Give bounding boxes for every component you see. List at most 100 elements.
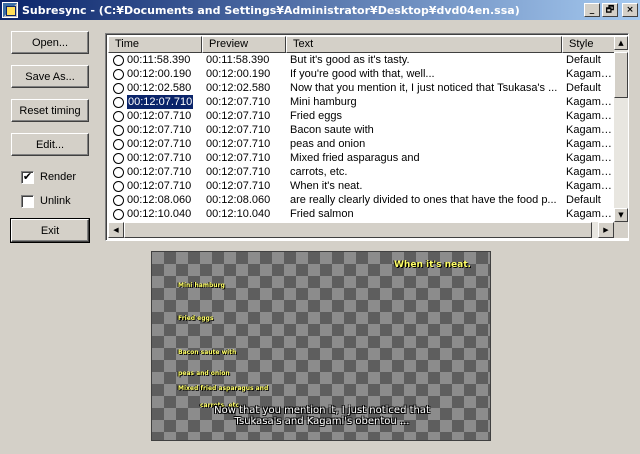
time-value: 00:12:07.710 xyxy=(127,180,192,192)
style-cell: KagamiT... xyxy=(566,208,614,220)
table-row[interactable]: 00:12:07.710 00:12:07.710 When it's neat… xyxy=(108,179,614,193)
scroll-left-icon[interactable]: ◀ xyxy=(108,222,124,238)
time-cell[interactable]: 00:12:07.710 xyxy=(108,151,202,165)
time-value: 00:12:07.710 xyxy=(127,124,192,136)
preview-cell: 00:12:07.710 xyxy=(206,110,271,122)
vertical-scroll-thumb[interactable] xyxy=(614,52,628,98)
exit-button[interactable]: Exit xyxy=(10,218,90,243)
style-cell: KagamiT... xyxy=(566,166,614,178)
render-checkbox-box[interactable]: ✔ xyxy=(21,170,34,184)
preview-side-line: Fried eggs xyxy=(178,315,214,322)
column-header-text[interactable]: Text xyxy=(286,36,562,53)
radio-icon[interactable] xyxy=(113,208,124,220)
horizontal-scroll-thumb[interactable] xyxy=(124,222,592,238)
preview-side-line: Mixed fried asparagus and xyxy=(178,385,269,392)
text-cell: When it's neat. xyxy=(290,180,363,192)
time-value: 00:12:07.710 xyxy=(127,138,192,150)
radio-icon[interactable] xyxy=(113,138,124,150)
preview-cell: 00:12:07.710 xyxy=(206,180,271,192)
table-row[interactable]: 00:12:07.710 00:12:07.710 peas and onion… xyxy=(108,137,614,151)
table-row-selected[interactable]: 00:12:07.710 00:12:07.710 Mini hamburg K… xyxy=(108,95,614,109)
time-cell[interactable]: 00:12:10.040 xyxy=(108,207,202,221)
unlink-checkbox-box[interactable] xyxy=(21,194,34,208)
style-cell: Default xyxy=(566,54,601,66)
column-header-preview[interactable]: Preview xyxy=(202,36,286,53)
preview-cell: 00:12:07.710 xyxy=(206,96,271,108)
text-cell: Now that you mention it, I just noticed … xyxy=(290,82,558,94)
radio-icon[interactable] xyxy=(113,82,124,94)
subresync-window: Subresync - (C:¥Documents and Settings¥A… xyxy=(0,0,640,454)
text-cell: carrots, etc. xyxy=(290,166,348,178)
scroll-down-icon[interactable]: ▼ xyxy=(614,208,628,222)
title-bar[interactable]: Subresync - (C:¥Documents and Settings¥A… xyxy=(0,0,640,20)
time-cell[interactable]: 00:12:07.710 xyxy=(108,123,202,137)
save-as-button[interactable]: Save As... xyxy=(11,65,89,88)
style-cell: KagamiT... xyxy=(566,152,614,164)
time-cell[interactable]: 00:12:02.580 xyxy=(108,81,202,95)
time-value: 00:12:07.710 xyxy=(127,166,192,178)
time-cell[interactable]: 00:11:58.390 xyxy=(108,53,202,67)
list-header: Time Preview Text Style xyxy=(108,36,626,53)
preview-cell: 00:12:02.580 xyxy=(206,82,271,94)
time-cell[interactable]: 00:12:07.710 xyxy=(108,179,202,193)
table-row[interactable]: 00:12:07.710 00:12:07.710 Fried eggs Kag… xyxy=(108,109,614,123)
app-icon[interactable] xyxy=(2,2,18,18)
time-value: 00:12:02.580 xyxy=(127,82,192,94)
subtitle-list[interactable]: Time Preview Text Style 00:11:58.390 00:… xyxy=(105,33,629,241)
unlink-checkbox[interactable]: Unlink xyxy=(21,194,71,208)
table-row[interactable]: 00:12:02.580 00:12:02.580 Now that you m… xyxy=(108,81,614,95)
minimize-button[interactable]: _ xyxy=(584,3,600,17)
column-header-time[interactable]: Time xyxy=(108,36,202,53)
radio-icon[interactable] xyxy=(113,180,124,192)
radio-icon[interactable] xyxy=(113,54,124,66)
radio-icon[interactable] xyxy=(113,96,124,108)
table-row[interactable]: 00:12:10.040 00:12:10.040 Fried salmon K… xyxy=(108,207,614,221)
time-cell[interactable]: 00:12:08.060 xyxy=(108,193,202,207)
time-cell[interactable]: 00:12:07.710 xyxy=(108,137,202,151)
text-cell: are really clearly divided to ones that … xyxy=(290,194,557,206)
radio-icon[interactable] xyxy=(113,194,124,206)
restore-button[interactable]: 🗗 xyxy=(602,3,618,17)
time-cell[interactable]: 00:12:00.190 xyxy=(108,67,202,81)
radio-icon[interactable] xyxy=(113,110,124,122)
table-row[interactable]: 00:12:08.060 00:12:08.060 are really cle… xyxy=(108,193,614,207)
table-row[interactable]: 00:12:00.190 00:12:00.190 If you're good… xyxy=(108,67,614,81)
time-value: 00:12:08.060 xyxy=(127,194,192,206)
subtitle-preview: When it's neat. Mini hamburg Fried eggs … xyxy=(151,251,491,441)
table-row[interactable]: 00:12:07.710 00:12:07.710 Bacon saute wi… xyxy=(108,123,614,137)
preview-side-line: peas and onion xyxy=(178,370,230,377)
scroll-up-icon[interactable]: ▲ xyxy=(614,36,628,50)
table-row[interactable]: 00:12:07.710 00:12:07.710 Mixed fried as… xyxy=(108,151,614,165)
preview-cell: 00:12:07.710 xyxy=(206,124,271,136)
list-rows: 00:11:58.390 00:11:58.390 But it's good … xyxy=(108,53,614,221)
radio-icon[interactable] xyxy=(113,124,124,136)
time-cell[interactable]: 00:12:07.710 xyxy=(108,165,202,179)
radio-icon[interactable] xyxy=(113,68,124,80)
style-cell: Default xyxy=(566,82,601,94)
vertical-scrollbar[interactable]: ▲ ▼ xyxy=(614,36,628,222)
text-cell: But it's good as it's tasty. xyxy=(290,54,410,66)
text-cell: If you're good with that, well... xyxy=(290,68,435,80)
time-value: 00:12:10.040 xyxy=(127,208,192,220)
text-cell: Mixed fried asparagus and xyxy=(290,152,420,164)
time-value-selected[interactable]: 00:12:07.710 xyxy=(125,95,195,109)
reset-timing-button[interactable]: Reset timing xyxy=(11,99,89,122)
edit-button[interactable]: Edit... xyxy=(11,133,89,156)
radio-icon[interactable] xyxy=(113,152,124,164)
table-row[interactable]: 00:12:07.710 00:12:07.710 carrots, etc. … xyxy=(108,165,614,179)
preview-main-line: Now that you mention it, I just noticed … xyxy=(214,405,430,416)
close-button[interactable]: × xyxy=(622,3,638,17)
render-checkbox-label: Render xyxy=(40,171,77,183)
window-title: Subresync - (C:¥Documents and Settings¥A… xyxy=(22,3,520,17)
time-cell[interactable]: 00:12:07.710 xyxy=(108,109,202,123)
table-row[interactable]: 00:11:58.390 00:11:58.390 But it's good … xyxy=(108,53,614,67)
horizontal-scrollbar[interactable]: ◀ ▶ xyxy=(108,222,614,238)
scroll-right-icon[interactable]: ▶ xyxy=(598,222,614,238)
render-checkbox[interactable]: ✔ Render xyxy=(21,170,76,184)
preview-cell: 00:12:10.040 xyxy=(206,208,271,220)
open-button[interactable]: Open... xyxy=(11,31,89,54)
window-controls: _ 🗗 × xyxy=(584,3,638,17)
text-cell: Fried salmon xyxy=(290,208,354,220)
time-cell[interactable]: 00:12:07.710 xyxy=(108,95,202,109)
radio-icon[interactable] xyxy=(113,166,124,178)
